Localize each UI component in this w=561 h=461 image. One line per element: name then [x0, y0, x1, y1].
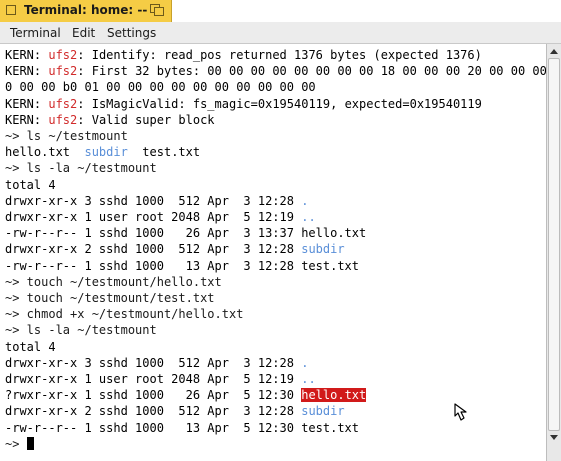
output-text: . — [301, 355, 309, 370]
window-title: Terminal: home: -- — [24, 3, 148, 17]
scrollbar-thumb[interactable] — [548, 58, 560, 431]
zoom-window-icon[interactable] — [150, 4, 164, 16]
command-text: ~> ls ~/testmount — [5, 129, 128, 143]
command-text: ~> — [5, 436, 27, 451]
output-text: ufs2 — [48, 112, 78, 127]
text-cursor — [26, 436, 34, 450]
terminal-line: KERN: ufs2: Valid super block — [5, 112, 215, 128]
menu-settings[interactable]: Settings — [107, 26, 156, 40]
output-text: drwxr-xr-x 2 sshd 1000 512 Apr 3 12:28 — [5, 404, 302, 419]
vertical-scrollbar[interactable] — [546, 44, 561, 461]
output-text: ufs2 — [48, 64, 78, 79]
output-text: . — [301, 193, 309, 208]
command-text: ~> touch ~/testmount/hello.txt — [5, 274, 222, 289]
output-text: KERN: — [5, 96, 49, 111]
terminal-line: drwxr-xr-x 2 sshd 1000 512 Apr 3 12:28 s… — [5, 403, 345, 419]
output-text: total 4 — [5, 339, 56, 354]
output-text: subdir — [301, 404, 345, 419]
mouse-pointer-icon — [454, 403, 467, 421]
output-text: KERN: — [5, 48, 49, 62]
terminal-line: ~> ls -la ~/testmount — [5, 322, 157, 338]
menu-edit[interactable]: Edit — [72, 26, 95, 40]
output-text: drwxr-xr-x 1 user root 2048 Apr 5 12:19 — [5, 210, 302, 224]
window-title-tab[interactable]: Terminal: home: -- — [0, 0, 172, 22]
output-text: drwxr-xr-x 1 user root 2048 Apr 5 12:19 — [5, 372, 302, 386]
terminal-line: total 4 — [5, 177, 56, 193]
terminal-line: -rw-r--r-- 1 sshd 1000 26 Apr 3 13:37 he… — [5, 225, 366, 241]
command-text: ~> chmod +x ~/testmount/hello.txt — [5, 307, 244, 322]
output-text: drwxr-xr-x 3 sshd 1000 512 Apr 3 12:28 — [5, 193, 302, 208]
terminal-line: ~> touch ~/testmount/test.txt — [5, 290, 215, 306]
terminal-line: ~> chmod +x ~/testmount/hello.txt — [5, 306, 243, 322]
arrow-down-icon[interactable] — [547, 431, 561, 445]
terminal-line: total 4 — [5, 339, 56, 355]
output-text: KERN: — [5, 64, 49, 79]
command-text: ~> touch ~/testmount/test.txt — [5, 291, 215, 305]
output-text: ?rwxr-xr-x 1 sshd 1000 26 Apr 5 12:30 — [5, 388, 302, 403]
output-text: subdir — [84, 145, 128, 160]
terminal-line: ~> ls -la ~/testmount — [5, 160, 157, 176]
terminal-line: 0 00 00 b0 01 00 00 00 00 00 00 00 00 00… — [5, 79, 316, 95]
terminal-line: drwxr-xr-x 3 sshd 1000 512 Apr 3 12:28 . — [5, 355, 308, 371]
output-text: .. — [301, 372, 316, 386]
terminal-line: drwxr-xr-x 1 user root 2048 Apr 5 12:19 … — [5, 209, 316, 225]
output-text: : First 32 bytes: 00 00 00 00 00 00 00 0… — [77, 64, 546, 79]
terminal-line: drwxr-xr-x 3 sshd 1000 512 Apr 3 12:28 . — [5, 193, 308, 209]
output-text: -rw-r--r-- 1 sshd 1000 26 Apr 3 13:37 he… — [5, 226, 367, 241]
output-text: : Identify: read_pos returned 1376 bytes… — [77, 48, 482, 62]
output-text: subdir — [301, 242, 345, 257]
terminal-line: ?rwxr-xr-x 1 sshd 1000 26 Apr 5 12:30 he… — [5, 387, 367, 403]
terminal-line: -rw-r--r-- 1 sshd 1000 13 Apr 3 12:28 te… — [5, 258, 359, 274]
command-text: ~> ls -la ~/testmount — [5, 323, 157, 338]
output-text: -rw-r--r-- 1 sshd 1000 13 Apr 5 12:30 te… — [5, 420, 360, 435]
output-text: -rw-r--r-- 1 sshd 1000 13 Apr 3 12:28 te… — [5, 258, 360, 273]
output-text: 0 00 00 b0 01 00 00 00 00 00 00 00 00 00… — [5, 80, 316, 95]
highlighted-filename: hello.txt — [301, 388, 367, 403]
terminal-line: drwxr-xr-x 1 user root 2048 Apr 5 12:19 … — [5, 371, 316, 387]
output-text: KERN: — [5, 112, 49, 127]
output-text: : IsMagicValid: fs_magic=0x19540119, exp… — [77, 96, 482, 111]
output-text: drwxr-xr-x 3 sshd 1000 512 Apr 3 12:28 — [5, 355, 302, 370]
terminal-line: ~> — [5, 436, 34, 452]
terminal-line: KERN: ufs2: First 32 bytes: 00 00 00 00 … — [5, 63, 546, 79]
output-text: .. — [301, 210, 316, 224]
terminal-line: -rw-r--r-- 1 sshd 1000 13 Apr 5 12:30 te… — [5, 420, 359, 436]
output-text: : Valid super block — [77, 112, 215, 127]
terminal-line: drwxr-xr-x 2 sshd 1000 512 Apr 3 12:28 s… — [5, 241, 345, 257]
menu-terminal[interactable]: Terminal — [10, 26, 61, 40]
command-text: ~> ls -la ~/testmount — [5, 161, 157, 176]
output-text: drwxr-xr-x 2 sshd 1000 512 Apr 3 12:28 — [5, 242, 302, 257]
title-bar: Terminal: home: -- — [0, 0, 561, 22]
terminal-line: KERN: ufs2: IsMagicValid: fs_magic=0x195… — [5, 96, 482, 112]
output-text: test.txt — [127, 145, 201, 160]
output-text: hello.txt — [5, 145, 85, 160]
output-text: total 4 — [5, 177, 56, 192]
output-text: ufs2 — [48, 96, 78, 111]
terminal-line: KERN: ufs2: Identify: read_pos returned … — [5, 47, 482, 63]
terminal-line: hello.txt subdir test.txt — [5, 144, 200, 160]
arrow-up-icon[interactable] — [547, 44, 561, 58]
terminal-line: ~> ls ~/testmount — [5, 128, 128, 144]
window-box-icon[interactable] — [6, 5, 16, 15]
terminal-line: ~> touch ~/testmount/hello.txt — [5, 274, 222, 290]
terminal-output[interactable]: KERN: ufs2: Identify: read_pos returned … — [0, 44, 546, 461]
menu-bar: Terminal Edit Settings — [0, 22, 561, 44]
output-text: ufs2 — [48, 48, 78, 62]
